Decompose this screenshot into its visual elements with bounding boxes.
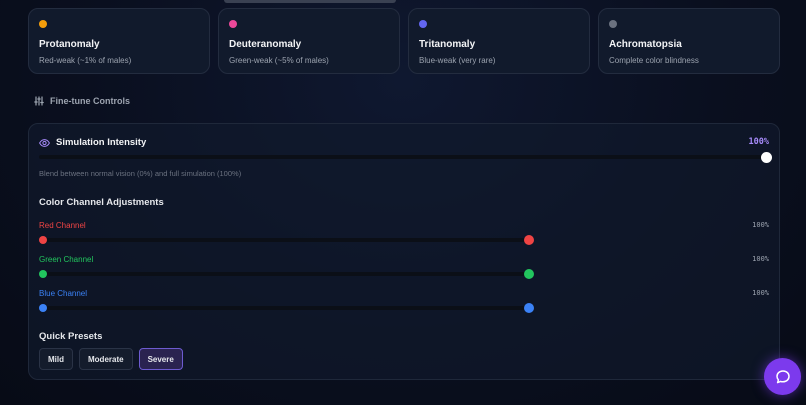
preset-moderate-button[interactable]: Moderate: [79, 348, 133, 370]
slider-track[interactable]: [39, 155, 766, 159]
card-name: Achromatopsia: [609, 39, 682, 50]
card-desc: Green-weak (~5% of males): [229, 56, 329, 65]
slider-track[interactable]: [43, 306, 529, 310]
sliders-icon: [34, 96, 44, 106]
card-deuteranomaly[interactable]: Deuteranomaly Green-weak (~5% of males): [218, 8, 400, 74]
green-channel-value: 100%: [752, 255, 769, 263]
green-channel-label: Green Channel: [39, 255, 94, 264]
intensity-slider[interactable]: [39, 151, 772, 163]
section-title-text: Fine-tune Controls: [50, 96, 130, 106]
slider-thumb[interactable]: [524, 303, 534, 313]
slider-track[interactable]: [43, 238, 529, 242]
deficiency-cards: Protanomaly Red-weak (~1% of males) Deut…: [28, 8, 780, 74]
blue-channel-value: 100%: [752, 289, 769, 297]
slider-thumb[interactable]: [524, 235, 534, 245]
blue-channel-slider[interactable]: [39, 303, 534, 313]
preset-severe-button[interactable]: Severe: [138, 348, 183, 370]
color-dot-icon: [39, 20, 47, 28]
green-channel-slider[interactable]: [39, 269, 534, 279]
card-name: Protanomaly: [39, 39, 100, 50]
slider-thumb[interactable]: [760, 151, 772, 163]
slider-thumb[interactable]: [524, 269, 534, 279]
red-channel-value: 100%: [752, 221, 769, 229]
card-name: Tritanomaly: [419, 39, 476, 50]
card-tritanomaly[interactable]: Tritanomaly Blue-weak (very rare): [408, 8, 590, 74]
card-name: Deuteranomaly: [229, 39, 302, 50]
card-desc: Complete color blindness: [609, 56, 699, 65]
chat-button[interactable]: [764, 358, 801, 395]
blue-channel-label: Blue Channel: [39, 289, 88, 298]
slider-track[interactable]: [43, 272, 529, 276]
card-protanomaly[interactable]: Protanomaly Red-weak (~1% of males): [28, 8, 210, 74]
color-dot-icon: [229, 20, 237, 28]
card-desc: Red-weak (~1% of males): [39, 56, 132, 65]
controls-panel: Simulation Intensity 100% Blend between …: [28, 123, 780, 380]
preset-buttons: Mild Moderate Severe: [39, 348, 183, 370]
red-channel-label: Red Channel: [39, 221, 86, 230]
slider-start-dot: [39, 304, 47, 312]
presets-title: Quick Presets: [39, 331, 103, 342]
preset-mild-button[interactable]: Mild: [39, 348, 73, 370]
intensity-label: Simulation Intensity: [56, 137, 147, 148]
slider-start-dot: [39, 270, 47, 278]
card-achromatopsia[interactable]: Achromatopsia Complete color blindness: [598, 8, 780, 74]
intensity-title: Simulation Intensity: [39, 137, 146, 148]
eye-icon: [39, 138, 50, 147]
card-desc: Blue-weak (very rare): [419, 56, 496, 65]
color-dot-icon: [419, 20, 427, 28]
slider-start-dot: [39, 236, 47, 244]
color-dot-icon: [609, 20, 617, 28]
section-title-fine-tune: Fine-tune Controls: [34, 96, 130, 106]
intensity-value: 100%: [748, 137, 769, 147]
chat-bubble-icon: [775, 369, 790, 383]
top-pill-divider: [224, 0, 396, 3]
channels-title: Color Channel Adjustments: [39, 197, 164, 208]
intensity-helper: Blend between normal vision (0%) and ful…: [39, 169, 242, 178]
red-channel-slider[interactable]: [39, 235, 534, 245]
